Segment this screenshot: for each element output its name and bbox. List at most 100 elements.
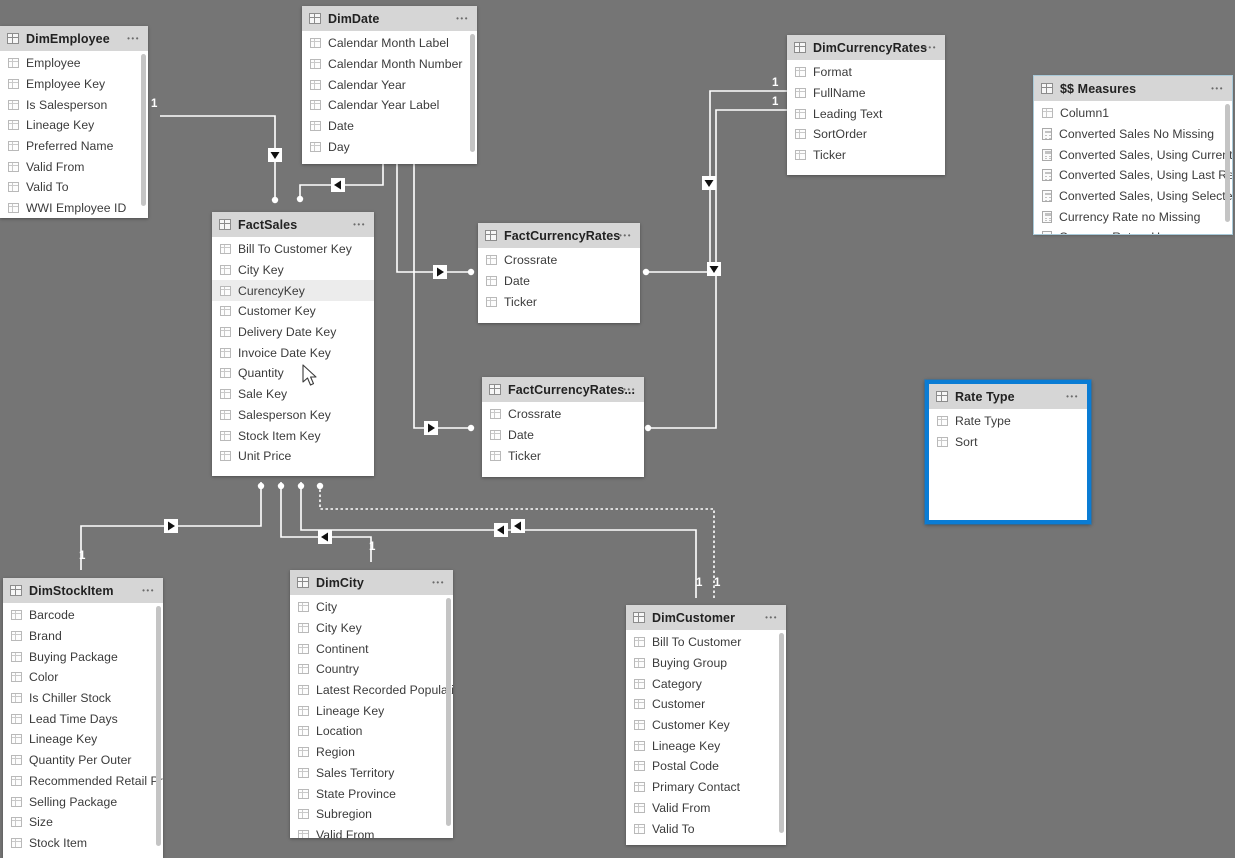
field-row[interactable]: Delivery Date Key xyxy=(212,322,374,343)
more-options-icon[interactable]: ••• xyxy=(1066,392,1079,401)
more-options-icon[interactable]: ••• xyxy=(623,385,636,394)
field-row[interactable]: Bill To Customer Key xyxy=(212,239,374,260)
field-row[interactable]: Quantity Per Outer xyxy=(3,750,163,771)
table-card-factsales[interactable]: FactSales ••• Bill To Customer Key City Key… xyxy=(212,212,374,476)
field-row[interactable]: Day xyxy=(302,136,477,157)
table-header-dimdate[interactable]: DimDate ••• xyxy=(302,6,477,31)
field-row[interactable]: Barcode xyxy=(3,605,163,626)
field-row[interactable]: Calendar Month Number xyxy=(302,54,477,75)
field-row[interactable]: Date xyxy=(482,425,644,446)
field-row[interactable]: Converted Sales No Missing xyxy=(1034,124,1232,145)
model-view-canvas[interactable]: 1111111111 DimEmployee•••EmployeeEmploye… xyxy=(0,0,1235,858)
field-row[interactable]: Bill To Customer xyxy=(626,632,786,653)
field-row[interactable]: Customer xyxy=(626,694,786,715)
field-row[interactable]: CurencyKey xyxy=(212,280,374,302)
field-row[interactable]: Lineage Key xyxy=(626,735,786,756)
field-row[interactable]: Preferred Name xyxy=(0,136,148,157)
field-row[interactable]: Crossrate xyxy=(482,404,644,425)
field-row[interactable]: Rate Type xyxy=(929,411,1087,432)
field-row[interactable]: Lead Time Days xyxy=(3,708,163,729)
more-options-icon[interactable]: ••• xyxy=(1211,84,1224,93)
field-row[interactable]: Latest Recorded Populati... xyxy=(290,680,453,701)
table-header-factcurrencyrates2[interactable]: FactCurrencyRates... ••• xyxy=(482,377,644,402)
field-row[interactable]: Is Salesperson xyxy=(0,94,148,115)
more-options-icon[interactable]: ••• xyxy=(353,220,366,229)
field-row[interactable]: Customer Key xyxy=(626,715,786,736)
table-card-dimstockitem[interactable]: DimStockItem ••• Barcode Brand Buying Packag… xyxy=(3,578,163,858)
table-header-dimcurrencyrates[interactable]: DimCurrencyRates ••• xyxy=(787,35,945,60)
field-row[interactable]: Continent xyxy=(290,638,453,659)
table-header-dimcity[interactable]: DimCity ••• xyxy=(290,570,453,595)
more-options-icon[interactable]: ••• xyxy=(127,34,140,43)
table-header-measures[interactable]: $$ Measures ••• xyxy=(1034,76,1232,101)
more-options-icon[interactable]: ••• xyxy=(456,14,469,23)
field-row[interactable]: Lineage Key xyxy=(290,700,453,721)
table-card-factcurrencyrates[interactable]: FactCurrencyRates ••• Crossrate Date Ticker xyxy=(478,223,640,323)
table-scrollbar[interactable] xyxy=(779,633,784,833)
field-row[interactable]: Buying Package xyxy=(3,646,163,667)
field-row[interactable]: Unit Price xyxy=(212,446,374,467)
field-row[interactable]: Category xyxy=(626,673,786,694)
field-row[interactable]: City Key xyxy=(212,260,374,281)
field-row[interactable]: Subregion xyxy=(290,804,453,825)
table-card-dimcurrencyrates[interactable]: DimCurrencyRates ••• Format FullName Leading… xyxy=(787,35,945,175)
field-row[interactable]: Currency Rate no Missing xyxy=(1034,206,1232,227)
field-row[interactable]: Valid From xyxy=(626,798,786,819)
table-card-dimemployee[interactable]: DimEmployee ••• Employee Employee Key Is Sal… xyxy=(0,26,148,218)
field-row[interactable]: Date xyxy=(478,271,640,292)
field-row[interactable]: Recommended Retail Price xyxy=(3,771,163,792)
field-row[interactable]: Size xyxy=(3,812,163,833)
field-row[interactable]: Currency Rates, Us... xyxy=(1034,227,1232,234)
field-row[interactable]: Valid From xyxy=(290,825,453,838)
field-row[interactable]: Crossrate xyxy=(478,250,640,271)
more-options-icon[interactable]: ••• xyxy=(765,613,778,622)
field-row[interactable]: State Province xyxy=(290,783,453,804)
field-row[interactable]: Ticker xyxy=(787,145,945,166)
field-row[interactable]: Employee Key xyxy=(0,74,148,95)
table-card-dimdate[interactable]: DimDate ••• Calendar Month Label Calendar M… xyxy=(302,6,477,164)
field-row[interactable]: Format xyxy=(787,62,945,83)
field-row[interactable]: Buying Group xyxy=(626,653,786,674)
field-row[interactable]: Lineage Key xyxy=(3,729,163,750)
field-row[interactable]: Country xyxy=(290,659,453,680)
table-header-ratetype[interactable]: Rate Type ••• xyxy=(929,384,1087,409)
field-row[interactable]: Primary Contact xyxy=(626,777,786,798)
table-scrollbar[interactable] xyxy=(156,606,161,846)
field-row[interactable]: Calendar Month Label xyxy=(302,33,477,54)
field-row[interactable]: Brand xyxy=(3,626,163,647)
table-header-dimstockitem[interactable]: DimStockItem ••• xyxy=(3,578,163,603)
table-card-measures[interactable]: $$ Measures ••• Column1 Converted Sales No … xyxy=(1033,75,1233,235)
field-row[interactable]: Sale Key xyxy=(212,384,374,405)
field-row[interactable]: Employee xyxy=(0,53,148,74)
field-row[interactable]: Color xyxy=(3,667,163,688)
field-row[interactable]: Customer Key xyxy=(212,301,374,322)
field-row[interactable]: FullName xyxy=(787,83,945,104)
field-row[interactable]: Converted Sales, Using Last Rep... xyxy=(1034,165,1232,186)
field-row[interactable]: Column1 xyxy=(1034,103,1232,124)
field-row[interactable]: City Key xyxy=(290,618,453,639)
table-scrollbar[interactable] xyxy=(141,54,146,206)
field-row[interactable]: Ticker xyxy=(478,291,640,312)
more-options-icon[interactable]: ••• xyxy=(432,578,445,587)
field-row[interactable]: Stock Item xyxy=(3,833,163,854)
table-scrollbar[interactable] xyxy=(1225,104,1230,222)
field-row[interactable]: Quantity xyxy=(212,363,374,384)
field-row[interactable]: Location xyxy=(290,721,453,742)
field-row[interactable]: Valid To xyxy=(0,177,148,198)
table-header-dimemployee[interactable]: DimEmployee ••• xyxy=(0,26,148,51)
field-row[interactable]: Leading Text xyxy=(787,103,945,124)
more-options-icon[interactable]: ••• xyxy=(619,231,632,240)
field-row[interactable]: Is Chiller Stock xyxy=(3,688,163,709)
table-scrollbar[interactable] xyxy=(470,34,475,152)
more-options-icon[interactable]: ••• xyxy=(142,586,155,595)
field-row[interactable]: Selling Package xyxy=(3,791,163,812)
table-card-dimcity[interactable]: DimCity ••• City City Key Continent Country La… xyxy=(290,570,453,838)
field-row[interactable]: Invoice Date Key xyxy=(212,342,374,363)
field-row[interactable]: SortOrder xyxy=(787,124,945,145)
table-header-factcurrencyrates[interactable]: FactCurrencyRates ••• xyxy=(478,223,640,248)
table-card-ratetype[interactable]: Rate Type ••• Rate Type Sort xyxy=(925,380,1091,524)
table-card-factcurrencyrates2[interactable]: FactCurrencyRates... ••• Crossrate Date Tick… xyxy=(482,377,644,477)
field-row[interactable]: Region xyxy=(290,742,453,763)
more-options-icon[interactable]: ••• xyxy=(924,43,937,52)
field-row[interactable]: Ticker xyxy=(482,445,644,466)
